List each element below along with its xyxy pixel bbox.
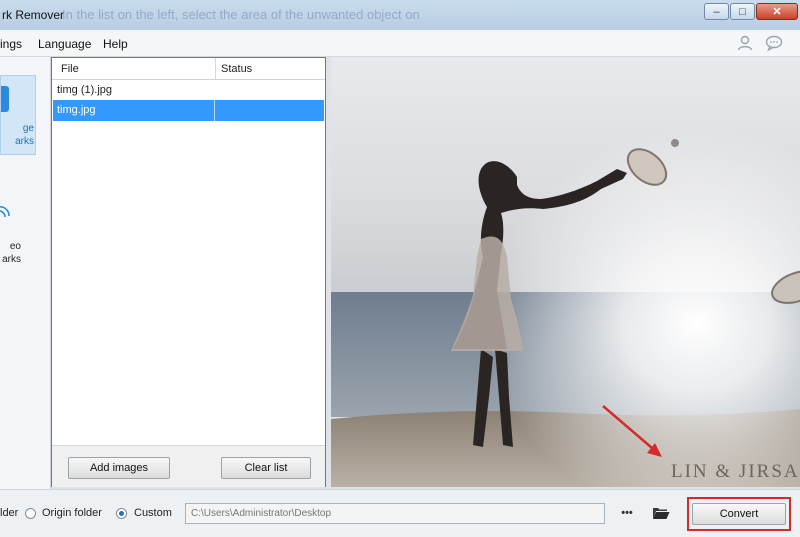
menu-help[interactable]: Help — [103, 37, 128, 51]
title-bar: rk Remover In the list on the left, sele… — [0, 0, 800, 30]
column-separator — [215, 58, 216, 79]
origin-folder-radio[interactable] — [25, 508, 36, 519]
close-button[interactable]: ✕ — [756, 3, 798, 20]
column-status[interactable]: Status — [221, 63, 252, 75]
chat-icon[interactable] — [765, 34, 783, 52]
open-folder-button[interactable] — [649, 501, 673, 525]
mode-video-label: eo arks — [2, 241, 21, 265]
watermark-text: LIN & JIRSA — [671, 461, 800, 482]
row-separator — [214, 100, 215, 121]
image-preview[interactable]: LIN & JIRSA — [331, 57, 800, 487]
file-list-header: File Status — [52, 58, 325, 80]
window-title: rk Remover — [2, 8, 65, 22]
user-icon[interactable] — [736, 34, 754, 52]
output-path-field[interactable]: C:\Users\Administrator\Desktop — [185, 503, 605, 524]
clear-list-button[interactable]: Clear list — [221, 457, 311, 479]
menu-bar: ings Language Help — [0, 30, 800, 57]
browse-button[interactable]: ••• — [613, 501, 641, 525]
custom-folder-label[interactable]: Custom — [134, 507, 172, 519]
convert-button[interactable]: Convert — [692, 503, 786, 525]
convert-highlight: Convert — [687, 497, 791, 531]
origin-folder-label[interactable]: Origin folder — [42, 507, 102, 519]
add-images-button[interactable]: Add images — [68, 457, 170, 479]
menu-language[interactable]: Language — [38, 37, 91, 51]
mode-video-watermarks[interactable]: eo arks — [0, 197, 34, 272]
file-name: timg (1).jpg — [57, 84, 113, 96]
output-settings-bar: lder Origin folder Custom C:\Users\Admin… — [0, 489, 800, 537]
mode-image-watermarks[interactable]: ge arks — [0, 75, 36, 155]
custom-folder-radio[interactable] — [116, 508, 127, 519]
maximize-button[interactable]: □ — [730, 3, 755, 20]
file-list-panel: File Status timg (1).jpg timg.jpg Add im… — [51, 57, 326, 487]
folder-label: lder — [0, 507, 19, 519]
mode-sidebar: ge arks eo arks — [0, 57, 51, 489]
menu-settings[interactable]: ings — [0, 37, 22, 51]
file-name: timg.jpg — [57, 104, 96, 116]
image-icon — [1, 86, 9, 112]
instruction-hint: In the list on the left, select the area… — [62, 7, 420, 22]
folder-open-icon — [653, 508, 670, 519]
beach-photo: LIN & JIRSA — [331, 57, 800, 487]
column-file[interactable]: File — [61, 63, 79, 75]
file-row[interactable]: timg (1).jpg — [53, 80, 324, 101]
file-list-actions: Add images Clear list — [52, 445, 325, 487]
video-icon — [0, 205, 10, 218]
file-row-selected[interactable]: timg.jpg — [53, 100, 324, 121]
mode-image-label: ge arks — [15, 123, 34, 147]
minimize-button[interactable]: – — [704, 3, 729, 20]
